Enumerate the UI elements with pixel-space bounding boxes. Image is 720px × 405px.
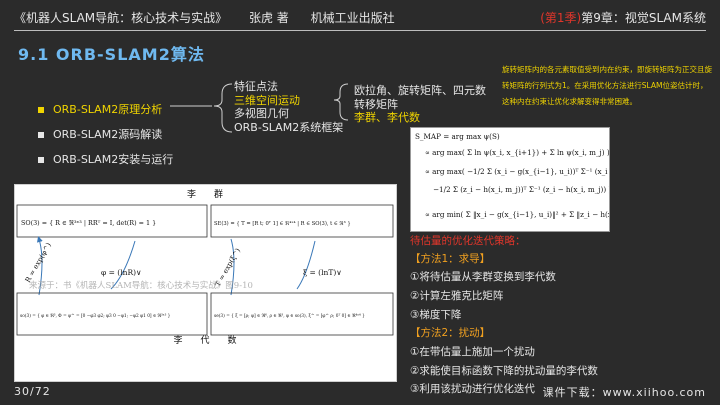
page-number: 30/72 bbox=[14, 385, 51, 398]
bullet-icon bbox=[38, 132, 44, 138]
book-publisher: 机械工业出版社 bbox=[310, 11, 395, 25]
subtopic-lie: 李群、李代数 bbox=[354, 111, 420, 124]
topic-multiview: 多视图几何 bbox=[234, 107, 289, 120]
section-title: 9.1 ORB-SLAM2算法 bbox=[18, 45, 205, 64]
topic-3d-motion: 三维空间运动 bbox=[234, 93, 300, 107]
branch-topics: 特征点法 三维空间运动 多视图几何 ORB-SLAM2系统框架 bbox=[234, 80, 343, 134]
formula-line-5: ∝ arg min( Σ ‖x_i − g(x_{i−1}, u_i)‖² + … bbox=[425, 210, 609, 219]
menu-item-principle[interactable]: ORB-SLAM2原理分析 bbox=[38, 101, 162, 117]
subtopic-transform: 转移矩阵 bbox=[354, 97, 398, 111]
book-author: 张虎 著 bbox=[248, 11, 289, 25]
season-label: (第1季) bbox=[540, 11, 582, 25]
branch-subtopics: 欧拉角、旋转矩阵、四元数 转移矩阵 李群、李代数 bbox=[354, 84, 486, 125]
menu-item-label: ORB-SLAM2源码解读 bbox=[53, 128, 163, 141]
bullet-icon bbox=[38, 157, 44, 163]
chapter-label: 第9章：视觉SLAM系统 bbox=[581, 11, 706, 25]
formula-line-1: S_MAP = arg max ψ(S) bbox=[415, 132, 500, 141]
topic-framework: ORB-SLAM2系统框架 bbox=[234, 120, 344, 134]
header-bar: 《机器人SLAM导航：核心技术与实战》 张虎 著 机械工业出版社 (第1季)第9… bbox=[0, 0, 720, 34]
map-formula: S_MAP = arg max ψ(S) ∝ arg max( Σ ln ψ(x… bbox=[410, 127, 610, 232]
ln-t-label: ξ = (lnT)∨ bbox=[303, 268, 342, 277]
so3-algebra: so(3) = { φ ∈ ℜ³, Φ = φ^ = [0 −φ3 φ2; φ3… bbox=[20, 313, 171, 319]
menu-item-label: ORB-SLAM2原理分析 bbox=[53, 103, 163, 116]
se3-definition: SE(3) = { T = [R t; 0ᵀ 1] ∈ ℜ⁴ˣ⁴ | R ∈ S… bbox=[214, 220, 351, 227]
subtopic-euler: 欧拉角、旋转矩阵、四元数 bbox=[354, 84, 486, 97]
method1-title: 【方法1：求导】 bbox=[410, 253, 491, 265]
topic-feature: 特征点法 bbox=[234, 80, 278, 93]
lie-group-label: 李 群 bbox=[187, 188, 223, 200]
method2-step3: ③利用该扰动进行优化迭代 bbox=[410, 383, 535, 395]
bullet-icon bbox=[38, 107, 44, 113]
formula-line-4: −1/2 Σ (z_i − h(x_i, m_j))ᵀ Σ⁻¹ (z_i − h… bbox=[433, 185, 609, 194]
formula-line-2: ∝ arg max( Σ ln ψ(x_i, x_{i+1}) + Σ ln ψ… bbox=[425, 148, 609, 157]
formula-line-3: ∝ arg max( −1/2 Σ (x_i − g(x_{i−1}, u_i)… bbox=[425, 167, 609, 176]
lie-algebra-label: 李 代 数 bbox=[173, 334, 236, 346]
method2-title: 【方法2：扰动】 bbox=[410, 327, 491, 339]
menu-item-label: ORB-SLAM2安装与运行 bbox=[53, 153, 174, 166]
ln-r-label: φ = (lnR)∨ bbox=[101, 268, 142, 277]
book-title: 《机器人SLAM导航：核心技术与实战》 bbox=[14, 11, 228, 25]
se3-algebra: se(3) = { ξ = [ρ; φ] ∈ ℜ⁶, ρ ∈ ℜ³, φ ∈ s… bbox=[214, 313, 365, 319]
method1-step3: ③梯度下降 bbox=[410, 309, 462, 321]
watermark: 来源于：书《机器人SLAM导航：核心技术与实战》图9-10 bbox=[29, 280, 253, 291]
lie-group-diagram: 李 群 SO(3) = { R ∈ ℜ³ˣ³ | RRᵀ = I, det(R)… bbox=[14, 184, 397, 382]
method2-step2: ②求能使目标函数下降的扰动量的李代数 bbox=[410, 365, 598, 377]
methods-heading: 待估量的优化迭代策略： bbox=[410, 235, 526, 247]
exp-phi-label: R = exp(φ^) bbox=[24, 241, 53, 284]
method2-step1: ①在带估量上施加一个扰动 bbox=[410, 346, 535, 358]
book-info: 《机器人SLAM导航：核心技术与实战》 张虎 著 机械工业出版社 bbox=[14, 9, 413, 26]
method1-step2: ②计算左雅克比矩阵 bbox=[410, 290, 504, 302]
so3-definition: SO(3) = { R ∈ ℜ³ˣ³ | RRᵀ = I, det(R) = 1… bbox=[21, 219, 156, 227]
header-divider bbox=[14, 30, 706, 31]
menu-item-source[interactable]: ORB-SLAM2源码解读 bbox=[38, 126, 162, 142]
method1-step1: ①将待估量从李群变换到李代数 bbox=[410, 271, 556, 283]
menu-item-install[interactable]: ORB-SLAM2安装与运行 bbox=[38, 151, 173, 167]
download-link[interactable]: 课件下载：www.xiihoo.com bbox=[543, 384, 706, 400]
constraint-note: 旋转矩阵内的各元素取值受到内在约束，即旋转矩阵为正交且旋转矩阵的行列式为1。在采… bbox=[502, 65, 712, 106]
chapter-info: (第1季)第9章：视觉SLAM系统 bbox=[540, 9, 706, 26]
